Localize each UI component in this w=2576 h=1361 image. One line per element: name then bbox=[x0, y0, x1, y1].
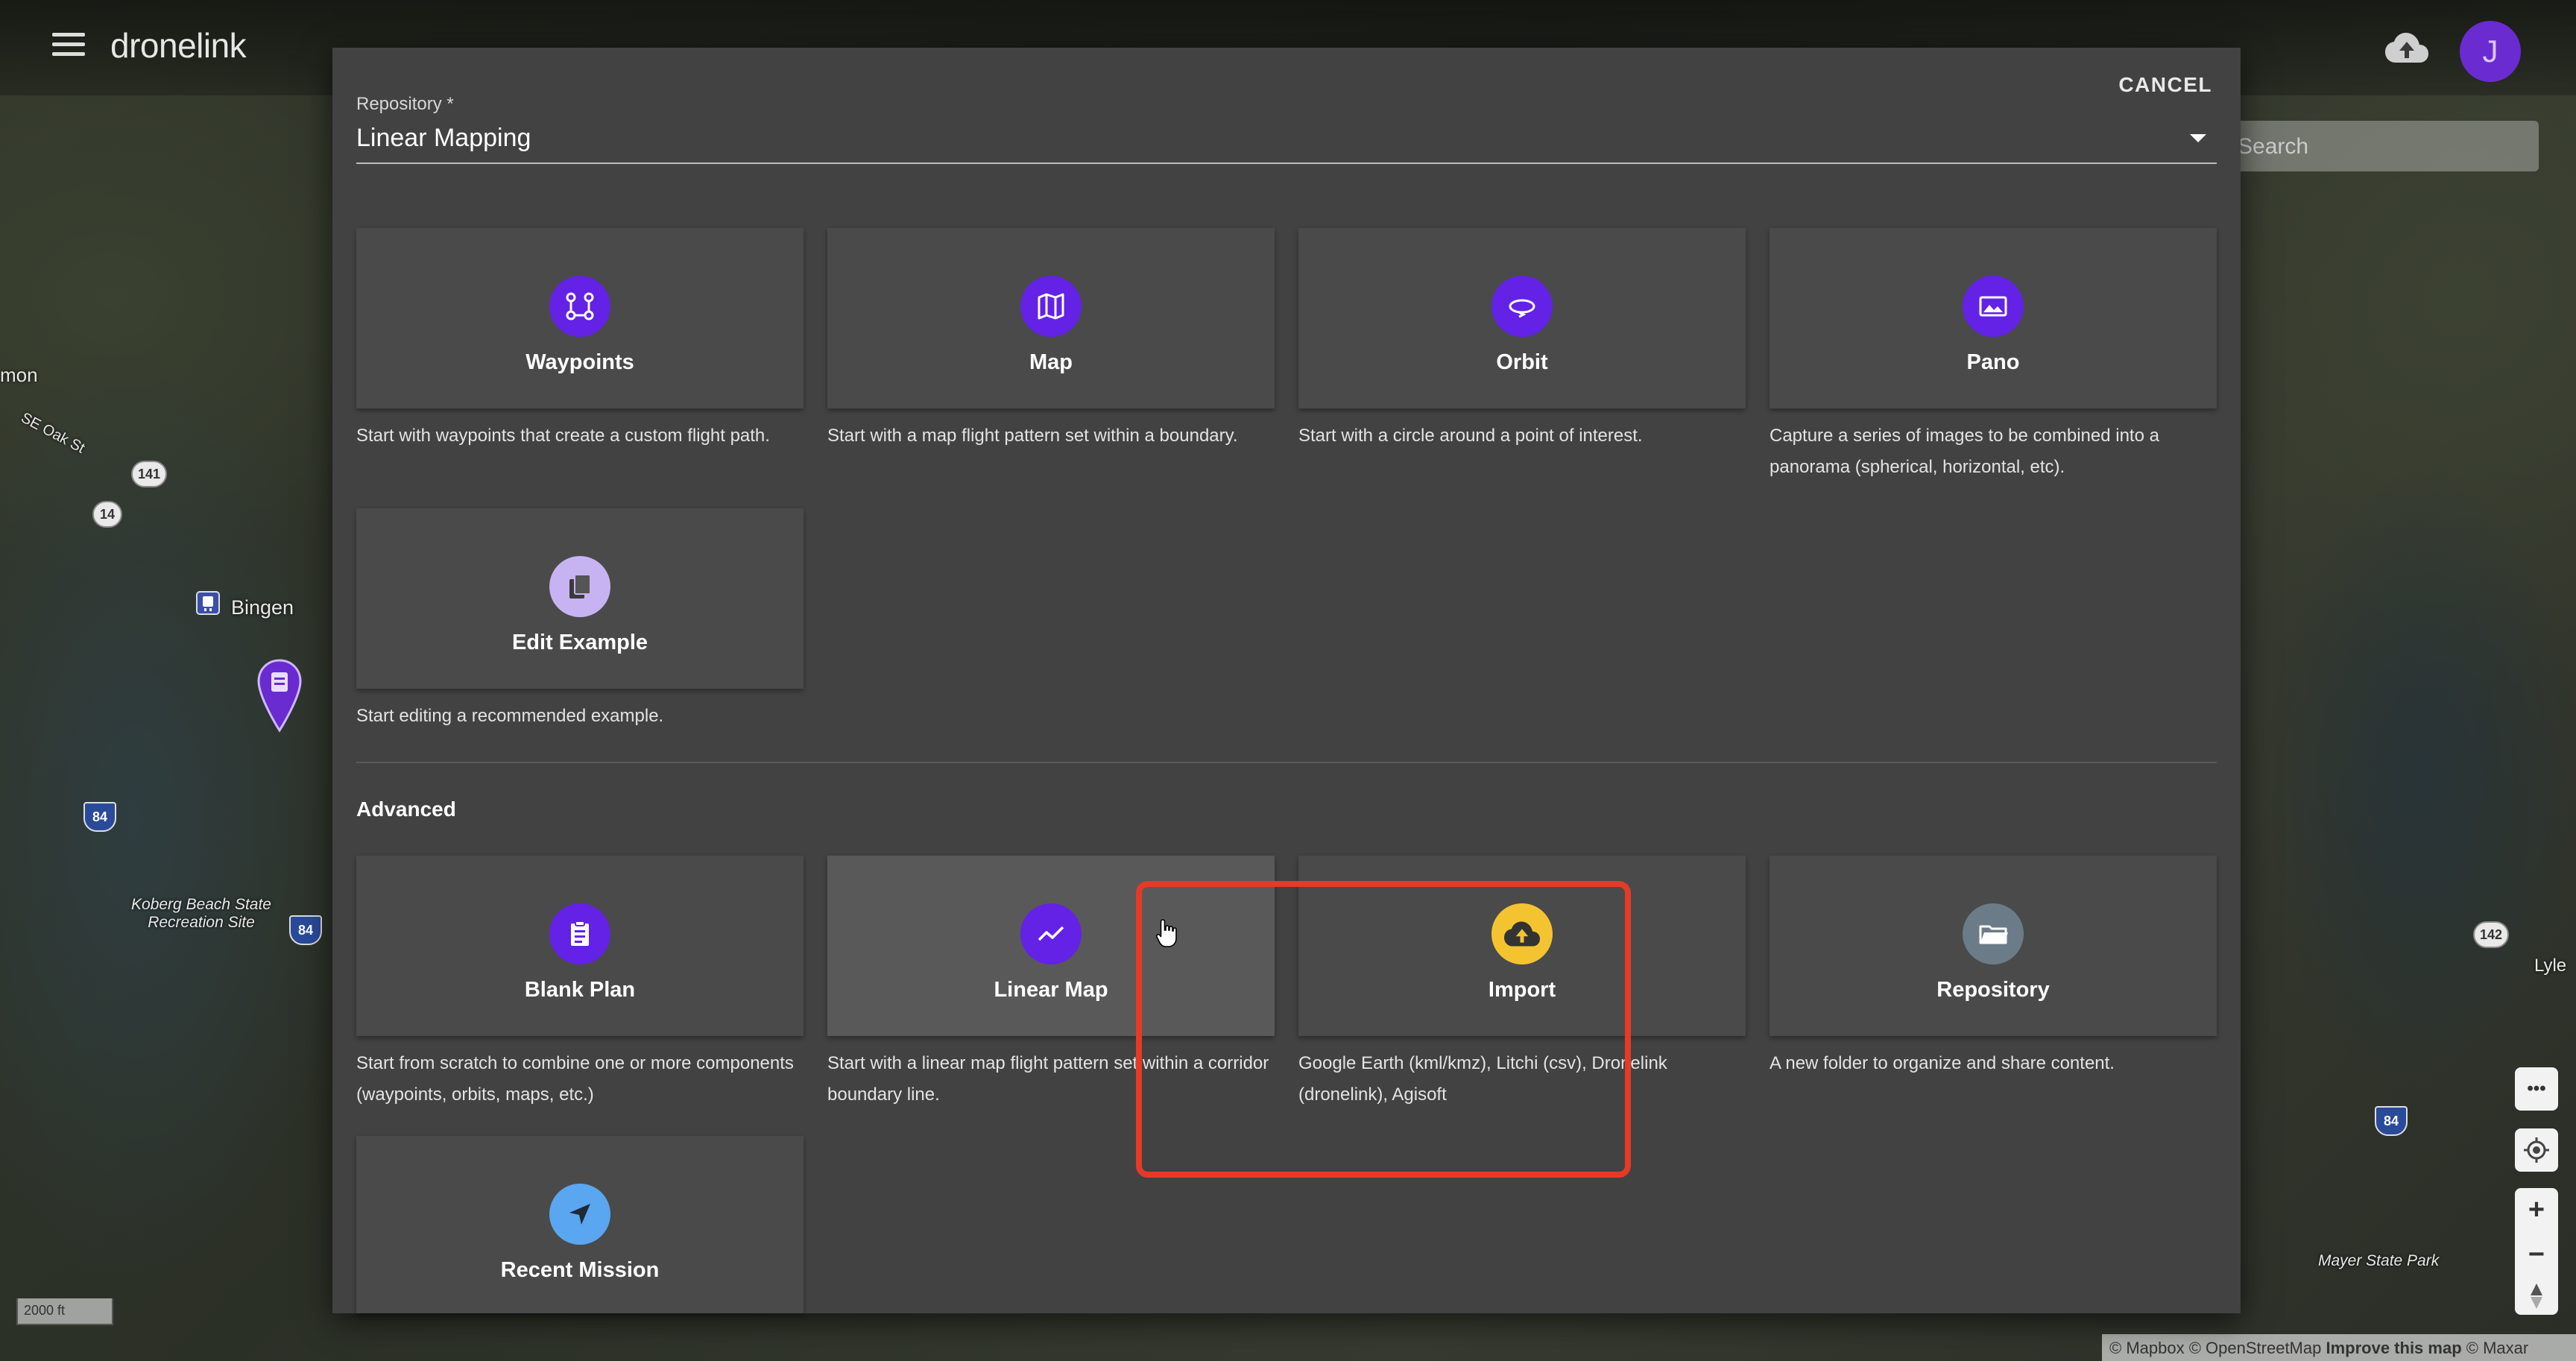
card-title: Blank Plan bbox=[524, 978, 636, 1002]
card-description: A new folder to organize and share conte… bbox=[1770, 1053, 2115, 1073]
advanced-section-title: Advanced bbox=[356, 798, 456, 821]
interstate-shield-84: 84 bbox=[289, 915, 322, 945]
more-options-button[interactable]: ••• bbox=[2515, 1067, 2558, 1111]
map-label-bingen: Bingen bbox=[231, 596, 294, 619]
map-label-mayer: Mayer State Park bbox=[2318, 1252, 2440, 1269]
map-label-oak-st: SE Oak St bbox=[18, 409, 88, 457]
user-avatar[interactable]: J bbox=[2460, 21, 2521, 82]
repository-select[interactable]: Linear Mapping bbox=[356, 118, 2217, 164]
improve-map-link[interactable]: Improve this map bbox=[2326, 1339, 2461, 1357]
locate-button[interactable] bbox=[2515, 1128, 2558, 1172]
new-plan-dialog: CANCEL Repository * Linear Mapping Waypo… bbox=[332, 48, 2241, 1313]
zoom-out-button[interactable]: − bbox=[2528, 1239, 2545, 1271]
attribution-osm-link[interactable]: © OpenStreetMap bbox=[2189, 1339, 2322, 1357]
cloud-upload-icon[interactable] bbox=[2385, 30, 2428, 66]
template-card-pano[interactable]: Pano bbox=[1770, 228, 2217, 408]
card-title: Repository bbox=[1936, 978, 2050, 1002]
template-card-import[interactable]: Import bbox=[1298, 856, 1746, 1036]
card-description: Start editing a recommended example. bbox=[356, 706, 664, 726]
map-icon bbox=[1020, 276, 1082, 337]
card-description: Start with a circle around a point of in… bbox=[1298, 426, 1643, 446]
map-label-mon: mon bbox=[0, 364, 38, 386]
card-title: Map bbox=[1029, 350, 1073, 374]
template-card-edit-example[interactable]: Edit Example bbox=[356, 508, 804, 689]
card-title: Edit Example bbox=[511, 631, 648, 654]
card-title: Import bbox=[1488, 978, 1556, 1002]
app-logo: dronelink bbox=[110, 26, 247, 65]
card-description: Start with a map flight pattern set with… bbox=[827, 426, 1238, 446]
attribution-maxar-link[interactable]: © Maxar bbox=[2466, 1339, 2528, 1357]
route-shield-14: 14 bbox=[92, 501, 122, 528]
map-search-input[interactable]: Search bbox=[2229, 121, 2539, 171]
route-shield-142: 142 bbox=[2473, 921, 2509, 948]
repository-label: Repository * bbox=[356, 94, 454, 114]
template-card-map[interactable]: Map bbox=[827, 228, 1275, 408]
attribution-mapbox-link[interactable]: © Mapbox bbox=[2109, 1339, 2185, 1357]
waypoints-icon bbox=[549, 276, 610, 337]
folder-icon bbox=[1963, 903, 2024, 964]
route-shield-141: 141 bbox=[131, 461, 167, 487]
zoom-in-button[interactable]: + bbox=[2528, 1194, 2545, 1226]
map-label-lyle: Lyle bbox=[2534, 956, 2567, 976]
template-card-orbit[interactable]: Orbit bbox=[1298, 228, 1746, 408]
card-description: Start with a linear map flight pattern s… bbox=[827, 1053, 1269, 1105]
card-title: Linear Map bbox=[994, 978, 1108, 1002]
hand-pointer-icon bbox=[1155, 919, 1177, 947]
card-title: Orbit bbox=[1496, 350, 1548, 374]
pano-icon bbox=[1963, 276, 2024, 337]
template-card-recent-mission[interactable]: Recent Mission bbox=[356, 1136, 804, 1313]
orbit-icon bbox=[1491, 276, 1553, 337]
interstate-shield-84: 84 bbox=[83, 802, 116, 832]
card-description: Start with waypoints that create a custo… bbox=[356, 426, 770, 446]
map-scale: 2000 ft bbox=[16, 1298, 113, 1325]
section-divider bbox=[356, 762, 2217, 763]
template-card-blank-plan[interactable]: Blank Plan bbox=[356, 856, 804, 1036]
compass-icon[interactable] bbox=[2528, 1283, 2545, 1309]
card-description: Start from scratch to combine one or mor… bbox=[356, 1053, 794, 1105]
repository-value: Linear Mapping bbox=[356, 124, 531, 152]
mission-pin-icon[interactable] bbox=[256, 659, 303, 733]
card-title: Recent Mission bbox=[500, 1258, 660, 1282]
card-title: Pano bbox=[1966, 350, 2020, 374]
template-card-repository[interactable]: Repository bbox=[1770, 856, 2217, 1036]
navigation-arrow-icon bbox=[549, 1184, 610, 1245]
clipboard-icon bbox=[549, 903, 610, 964]
template-card-linear-map[interactable]: Linear Map bbox=[827, 856, 1275, 1036]
train-station-icon bbox=[196, 591, 220, 615]
map-attribution: © Mapbox © OpenStreetMap Improve this ma… bbox=[2102, 1334, 2576, 1361]
cancel-button[interactable]: CANCEL bbox=[2118, 73, 2212, 97]
card-title: Waypoints bbox=[525, 350, 634, 374]
dropdown-arrow-icon bbox=[2190, 134, 2206, 142]
copy-icon bbox=[549, 556, 610, 617]
card-description: Google Earth (kml/kmz), Litchi (csv), Dr… bbox=[1298, 1053, 1667, 1105]
map-label-koberg: Koberg Beach State Recreation Site bbox=[131, 896, 271, 931]
my-location-icon bbox=[2524, 1137, 2549, 1163]
trending-line-icon bbox=[1020, 903, 1082, 964]
hamburger-menu-icon[interactable] bbox=[52, 33, 85, 60]
template-card-waypoints[interactable]: Waypoints bbox=[356, 228, 804, 408]
card-description: Capture a series of images to be combine… bbox=[1770, 426, 2159, 477]
zoom-controls: + − bbox=[2515, 1188, 2558, 1315]
interstate-shield-84: 84 bbox=[2375, 1106, 2408, 1136]
cloud-upload-icon bbox=[1491, 903, 1553, 964]
